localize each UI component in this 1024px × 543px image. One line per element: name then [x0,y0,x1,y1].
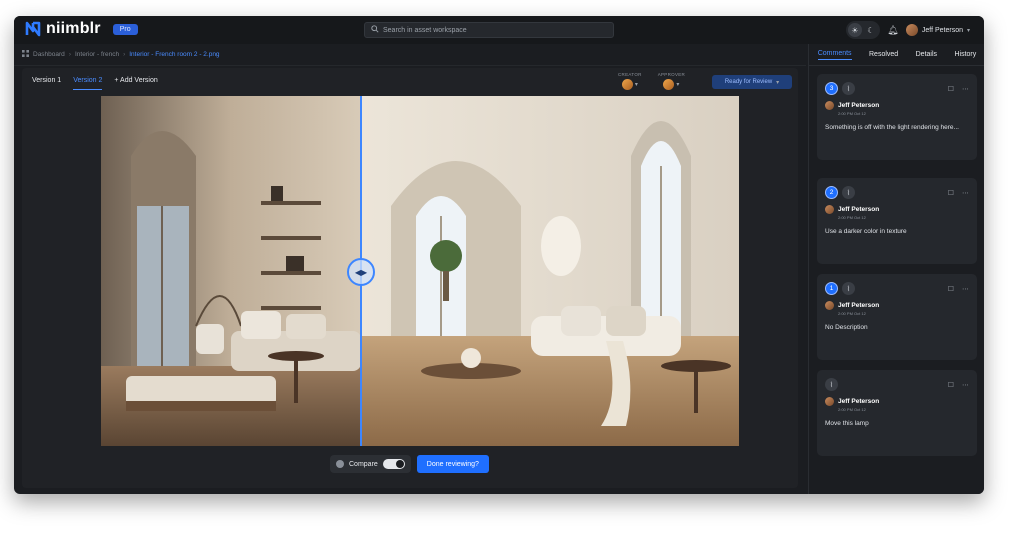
comment-text: No Description [825,324,868,331]
status-label: Ready for Review [724,79,773,85]
tab-version-1[interactable]: Version 1 [32,77,61,90]
comment-card[interactable]: 3 ⌇ ☐ ⋯ Jeff Peterson 2:00 PM Oct 12 Some… [817,74,977,160]
paperclip-icon: ⌇ [842,82,855,95]
comment-text: Something is off with the light renderin… [825,124,959,131]
comments-panel: Comments Resolved Details History 3 ⌇ ☐ ⋯… [808,44,984,494]
creator-label: CREATOR [618,72,642,77]
avatar [825,205,834,214]
avatar [905,24,918,36]
moon-icon[interactable]: ☾ [864,23,878,37]
user-name: Jeff Peterson [921,26,963,34]
image-compare-viewer[interactable]: ◀▶ [101,96,739,446]
top-bar: niimblr Pro Search in asset workspace ☀ … [14,16,984,44]
logo-icon [24,20,42,38]
brand-name: niimblr [46,20,101,37]
comment-number-badge: 2 [825,186,838,199]
tab-resolved[interactable]: Resolved [869,51,898,58]
comment-author: Jeff Peterson [838,102,880,109]
review-canvas: Version 1 Version 2 + Add Version CREATO… [22,68,798,488]
add-version-button[interactable]: + Add Version [114,77,157,90]
status-dropdown[interactable]: Ready for Review ▾ [712,75,792,89]
comment-text: Use a darker color in texture [825,228,907,235]
plan-badge: Pro [112,23,138,35]
tab-comments[interactable]: Comments [817,50,852,60]
grid-icon[interactable] [22,50,29,59]
more-icon[interactable]: ⋯ [962,189,969,197]
chevron-right-icon: › [68,51,71,58]
avatar [663,79,675,90]
comment-time: 2:00 PM Oct 12 [838,215,866,220]
done-reviewing-button[interactable]: Done reviewing? [416,455,489,473]
more-icon[interactable]: ⋯ [962,381,969,389]
version-tabs: Version 1 Version 2 + Add Version [32,77,158,90]
compare-toggle[interactable] [382,459,405,469]
search-placeholder: Search in asset workspace [383,26,467,34]
chevron-down-icon: ▾ [966,27,970,34]
top-right-controls: ☀ ☾ 🔔︎ Jeff Peterson ▾ [845,21,970,39]
comment-author: Jeff Peterson [838,398,880,405]
bottom-controls: Compare Done reviewing? [330,455,489,473]
avatar [621,79,633,90]
comment-card[interactable]: 1 ⌇ ☐ ⋯ Jeff Peterson 2:00 PM Oct 12 No D… [817,274,977,360]
comment-time: 2:00 PM Oct 12 [838,311,866,316]
paperclip-icon: ⌇ [842,186,855,199]
comment-number-badge: 3 [825,82,838,95]
comment-text: Move this lamp [825,420,869,427]
chevron-down-icon: ▾ [634,82,638,88]
breadcrumb-item[interactable]: Interior - french [75,51,119,58]
paperclip-icon: ⌇ [825,378,838,391]
comment-author: Jeff Peterson [838,302,880,309]
app-window: niimblr Pro Search in asset workspace ☀ … [14,16,984,494]
more-icon[interactable]: ⋯ [962,85,969,93]
approver[interactable]: APPROVER ▾ [658,72,685,90]
resolve-icon[interactable]: ☐ [948,85,954,93]
tab-version-2[interactable]: Version 2 [73,77,103,90]
comment-number-badge: 1 [825,282,838,295]
comment-author: Jeff Peterson [838,206,880,213]
comment-time: 2:00 PM Oct 12 [838,407,866,412]
resolve-icon[interactable]: ☐ [948,189,954,197]
chevron-down-icon: ▾ [776,79,780,86]
user-menu[interactable]: Jeff Peterson ▾ [905,24,970,36]
side-tabs: Comments Resolved Details History [809,44,984,66]
compare-toggle-group[interactable]: Compare [330,455,411,473]
comment-card[interactable]: 2 ⌇ ☐ ⋯ Jeff Peterson 2:00 PM Oct 12 Use … [817,178,977,264]
bell-icon[interactable]: 🔔︎ [886,25,900,36]
role-avatars: CREATOR ▾ APPROVER ▾ [618,72,685,90]
comment-time: 2:00 PM Oct 12 [838,111,866,116]
search-icon [371,25,379,35]
compare-icon [336,460,344,468]
compare-label: Compare [349,460,378,468]
breadcrumb-current: Interior - French room 2 - 2.png [129,51,220,58]
search-input[interactable]: Search in asset workspace [364,22,614,38]
approver-label: APPROVER [657,72,686,77]
breadcrumb: Dashboard › Interior - french › Interior… [14,44,806,66]
tab-details[interactable]: Details [916,51,937,58]
comment-card[interactable]: ⌇ ☐ ⋯ Jeff Peterson 2:00 PM Oct 12 Move t… [817,370,977,456]
chevron-right-icon: › [123,51,126,58]
creator[interactable]: CREATOR ▾ [618,72,642,90]
version-1-image [101,96,361,446]
resolve-icon[interactable]: ☐ [948,285,954,293]
chevron-down-icon: ▾ [676,82,680,88]
compare-slider-handle[interactable]: ◀▶ [347,258,375,286]
version-2-image [361,96,739,446]
avatar [825,301,834,310]
paperclip-icon: ⌇ [842,282,855,295]
more-icon[interactable]: ⋯ [962,285,969,293]
theme-toggle[interactable]: ☀ ☾ [845,21,880,39]
sun-icon[interactable]: ☀ [847,23,862,37]
tab-history[interactable]: History [954,51,976,58]
avatar [825,101,834,110]
breadcrumb-item[interactable]: Dashboard [33,51,65,58]
logo[interactable]: niimblr Pro [24,20,138,38]
avatar [825,397,834,406]
resolve-icon[interactable]: ☐ [948,381,954,389]
